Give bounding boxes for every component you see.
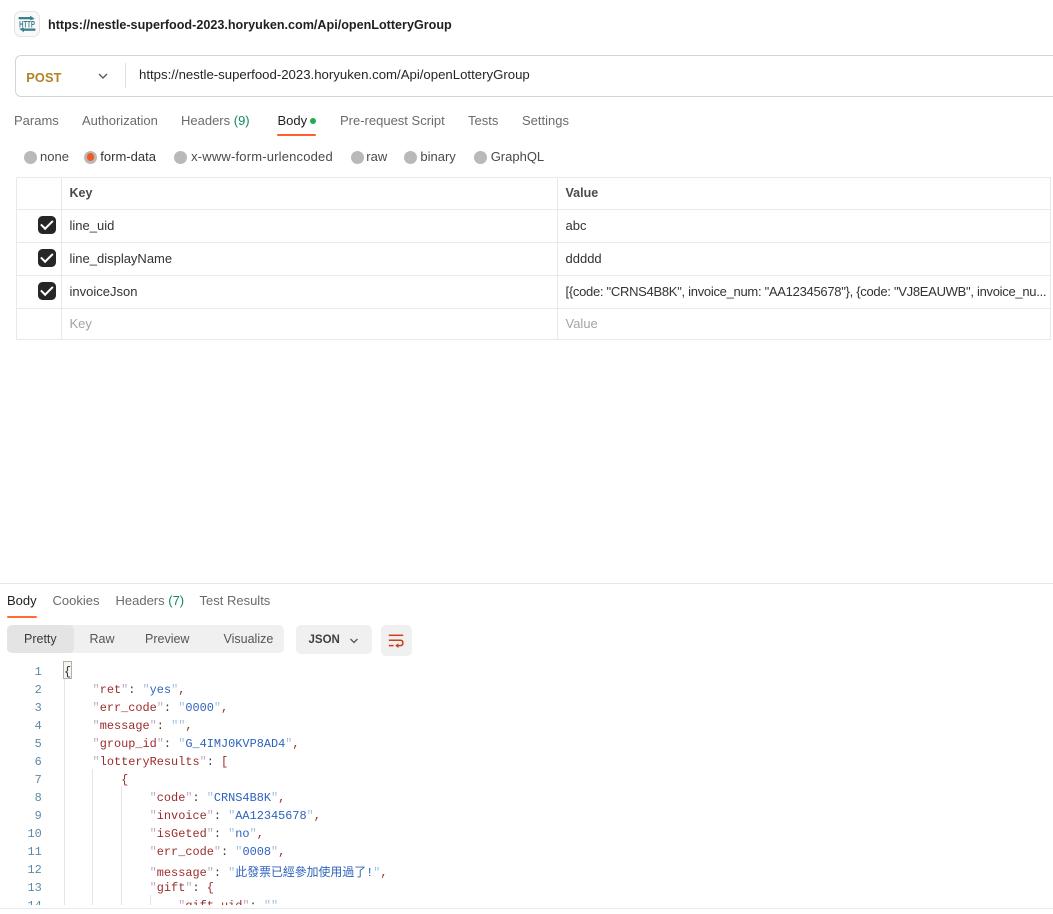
svg-text:HTTP: HTTP <box>19 19 35 29</box>
